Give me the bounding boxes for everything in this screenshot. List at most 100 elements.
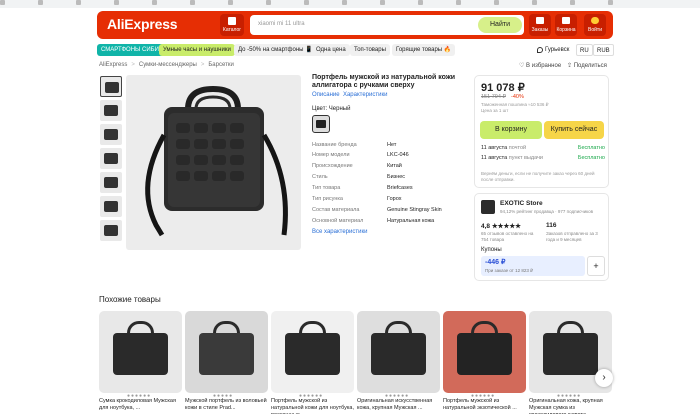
store-name[interactable]: EXOTIC Store [500, 200, 543, 207]
breadcrumb: AliExpress > Сумки-мессенджеры > Барсетки [99, 62, 234, 68]
cart-button[interactable]: Корзина [555, 14, 577, 36]
bookmark-item[interactable] [0, 0, 30, 7]
breadcrumb-item[interactable]: Сумки-мессенджеры [139, 62, 197, 68]
store-rating-note: 65 отзывов оставлено на 754 товара [481, 231, 534, 242]
coupons-label: Купоны [481, 247, 502, 253]
orders-label: Заказы [531, 27, 549, 33]
chip-top[interactable]: Топ-товары [350, 44, 390, 56]
store-meta: 94,12% рейтинг продавца · 977 подписчико… [500, 209, 594, 214]
gallery-thumbnail[interactable] [100, 124, 122, 145]
login-button[interactable]: Войти [584, 14, 606, 36]
spec-value: Нет [387, 142, 397, 148]
bookmark-item[interactable] [418, 0, 448, 7]
gallery-thumbnail[interactable] [100, 172, 122, 193]
store-card: EXOTIC Store 94,12% рейтинг продавца · 9… [474, 193, 609, 281]
similar-heading: Похожие товары [99, 295, 161, 304]
similar-item-title[interactable]: Оригинальная искусственная кожа, крупная… [357, 398, 440, 414]
bookmark-item[interactable] [266, 0, 296, 7]
search-box[interactable]: xiaomi mi 11 ultra Найти [250, 15, 524, 35]
bookmark-item[interactable] [342, 0, 372, 7]
tab-specifications[interactable]: Характеристики [343, 92, 388, 98]
favorites-label: В избранное [526, 63, 562, 69]
bookmark-item[interactable] [76, 0, 106, 7]
similar-item-title[interactable]: Мужской портфель из воловьей кожи в стил… [185, 398, 268, 414]
delivery-option[interactable]: 11 августа пункт выдачи Бесплатно [481, 155, 605, 161]
similar-item-title[interactable]: Оригинальная кожа, крупная Мужская сумка… [529, 398, 612, 414]
similar-item-title[interactable]: Портфель мужской из натуральной экзотиче… [443, 398, 526, 414]
spec-key: Состав материала [312, 207, 360, 213]
login-label: Войти [588, 27, 602, 33]
bookmark-item[interactable] [114, 0, 144, 7]
aliexpress-logo[interactable]: AliExpress [107, 16, 178, 32]
bookmark-item[interactable] [608, 0, 638, 7]
store-orders: 116 [546, 222, 557, 229]
search-input[interactable]: xiaomi mi 11 ultra [258, 21, 305, 27]
arrow-right-icon: › [602, 372, 606, 383]
gallery-thumbnail[interactable] [100, 196, 122, 217]
chip-one-price[interactable]: Одна цена [312, 44, 350, 56]
coupon[interactable]: -446 ₽ При заказе от 12 823 ₽ [481, 256, 585, 276]
share-button[interactable]: ⇪ Поделиться [567, 62, 607, 69]
discount-badge: -40% [511, 94, 524, 100]
bookmark-item[interactable] [190, 0, 220, 7]
catalog-button[interactable]: Каталог [220, 14, 244, 36]
delivery-date: 11 августа [481, 155, 508, 161]
similar-item-card[interactable] [271, 311, 354, 393]
delivery-option[interactable]: 11 августа почтой Бесплатно [481, 145, 605, 151]
coupon-amount: -446 ₽ [485, 259, 506, 266]
store-logo[interactable] [481, 200, 495, 214]
gallery-thumbnail[interactable] [100, 76, 122, 97]
similar-item-card[interactable] [99, 311, 182, 393]
gallery-thumbnail[interactable] [100, 148, 122, 169]
search-button[interactable]: Найти [478, 17, 522, 33]
bookmark-item[interactable] [456, 0, 486, 7]
buy-now-button[interactable]: Купить сейчас [544, 121, 604, 139]
similar-item-card[interactable] [357, 311, 440, 393]
smile-icon [591, 17, 599, 24]
product-main-image[interactable] [126, 75, 301, 250]
price-card: 91 078 ₽ 151 794 ₽ -40% Таможенная пошли… [474, 75, 609, 188]
bookmark-item[interactable] [380, 0, 410, 7]
orders-button[interactable]: Заказы [529, 14, 551, 36]
gallery-thumbnail[interactable] [100, 220, 122, 241]
similar-item-card[interactable] [185, 311, 268, 393]
spec-value: LKC-046 [387, 152, 409, 158]
chip-watches[interactable]: Умные часы и наушники [159, 44, 235, 56]
similar-item-title[interactable]: Портфель мужской из натуральной кожи для… [271, 398, 354, 414]
spec-value: Бизнес [387, 174, 406, 180]
similar-item-title[interactable]: Сумка крокодиловая Мужская для ноутбука,… [99, 398, 182, 414]
grid-icon [228, 17, 236, 25]
color-swatch-black[interactable] [312, 115, 330, 133]
carousel-next-button[interactable]: › [595, 369, 613, 387]
chip-hot[interactable]: Горящие товары 🔥 [392, 44, 456, 56]
language-select[interactable]: RU [576, 44, 593, 56]
add-to-cart-button[interactable]: В корзину [480, 121, 542, 139]
similar-item-card[interactable] [443, 311, 526, 393]
pin-icon [537, 47, 543, 53]
spec-key: Происхождение [312, 163, 353, 169]
product-tabs: Описание Характеристики [312, 92, 387, 98]
chip-smartphones[interactable]: СМАРТФОНЫ СИБИТ [97, 44, 167, 56]
briefcase-image [145, 85, 288, 237]
chip-smartphones-sale[interactable]: До -50% на смартфоны 📱 [234, 44, 317, 56]
breadcrumb-item[interactable]: Барсетки [208, 62, 233, 68]
bookmark-item[interactable] [38, 0, 68, 7]
add-coupon-button[interactable]: + [587, 256, 605, 276]
orders-icon [536, 17, 544, 24]
spec-key: Название бренда [312, 142, 357, 148]
tab-description[interactable]: Описание [312, 92, 340, 98]
bookmark-item[interactable] [304, 0, 334, 7]
bookmark-item[interactable] [152, 0, 182, 7]
currency-select[interactable]: RUB [593, 44, 614, 56]
old-price: 151 794 ₽ [481, 94, 506, 100]
bookmark-item[interactable] [532, 0, 562, 7]
bookmark-item[interactable] [494, 0, 524, 7]
share-label: Поделиться [573, 63, 607, 69]
favorites-button[interactable]: ♡ В избранное [519, 62, 561, 69]
bookmark-item[interactable] [570, 0, 600, 7]
gallery-thumbnail[interactable] [100, 100, 122, 121]
breadcrumb-item[interactable]: AliExpress [99, 62, 127, 68]
refund-note: Вернём деньги, если не получите заказ че… [481, 171, 595, 182]
all-specs-link[interactable]: Все характеристики [312, 229, 367, 235]
bookmark-item[interactable] [228, 0, 258, 7]
